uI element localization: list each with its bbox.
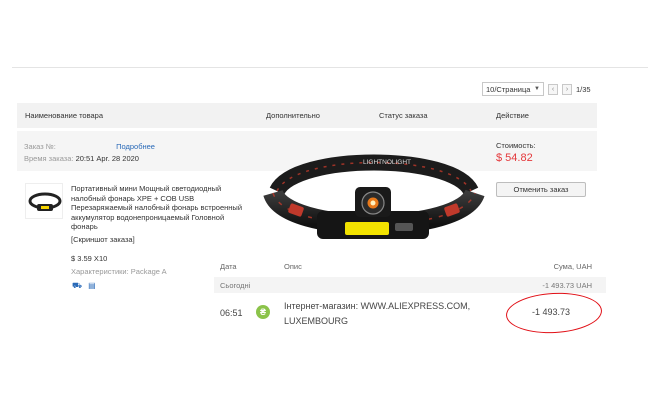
product-title[interactable]: Портативный мини Мощный светодиодный нал… <box>71 184 251 232</box>
top-divider <box>12 67 648 68</box>
order-number-value <box>58 143 114 152</box>
order-number-line: Заказ №: Подробнее <box>24 142 155 152</box>
product-characteristics: Характеристики: Package A <box>71 267 167 276</box>
product-action-icons: ⛟ ▤ <box>72 281 96 291</box>
order-time-value: 20:51 Apr. 28 2020 <box>75 154 139 163</box>
header-extra: Дополнительно <box>266 111 320 120</box>
order-time-label: Время заказа: <box>24 154 74 163</box>
header-product: Наименование товара <box>25 111 104 120</box>
transaction-merchant-line2: LUXEMBOURG <box>284 316 349 326</box>
transaction-time: 06:51 <box>220 308 243 318</box>
per-page-select[interactable]: 10/Страница ▼ <box>482 82 544 96</box>
statement-col-sum: Сума, UAH <box>553 262 592 271</box>
statement-today-label: Сьогодні <box>220 281 251 290</box>
delivery-icon[interactable]: ⛟ <box>72 281 82 291</box>
order-time-line: Время заказа: 20:51 Apr. 28 2020 <box>24 154 139 163</box>
statement-today-total: -1 493.73 UAH <box>542 281 592 290</box>
statement-col-desc: Опис <box>284 262 302 271</box>
order-snapshot-link[interactable]: [Скриншот заказа] <box>71 235 135 244</box>
coin-icon: ₴ <box>256 305 270 319</box>
header-action: Действие <box>496 111 529 120</box>
order-number-label: Заказ №: <box>24 142 56 151</box>
document-icon[interactable]: ▤ <box>88 281 96 291</box>
chevron-right-icon: › <box>565 85 569 93</box>
cost-label: Стоимость: <box>496 141 536 150</box>
prev-page-button[interactable]: ‹ <box>548 83 558 95</box>
statement-col-date: Дата <box>220 262 237 271</box>
cost-value: $ 54.82 <box>496 152 533 164</box>
pagination: 10/Страница ▼ ‹ › 1/35 <box>482 82 591 96</box>
page-counter: 1/35 <box>576 84 591 94</box>
transaction-merchant-line1: Інтернет-магазин: WWW.ALIEXPRESS.COM, <box>284 301 471 311</box>
chevron-left-icon: ‹ <box>551 85 555 93</box>
product-thumbnail[interactable] <box>25 183 63 219</box>
per-page-value: 10/Страница <box>486 84 531 94</box>
product-price: $ 3.59 X10 <box>71 254 108 263</box>
header-status: Статус заказа <box>379 111 428 120</box>
statement-day-summary: Сьогодні -1 493.73 UAH <box>214 277 606 293</box>
next-page-button[interactable]: › <box>562 83 572 95</box>
orders-table-header: Наименование товара Дополнительно Статус… <box>17 103 597 128</box>
lamp-strap-text: LIGHTNOLIGHT <box>363 159 411 166</box>
headlamp-photo: LIGHTNOLIGHT <box>263 154 485 239</box>
order-details-link[interactable]: Подробнее <box>116 142 155 151</box>
cancel-order-button[interactable]: Отменить заказ <box>496 182 586 197</box>
dropdown-arrow-icon: ▼ <box>534 86 540 92</box>
